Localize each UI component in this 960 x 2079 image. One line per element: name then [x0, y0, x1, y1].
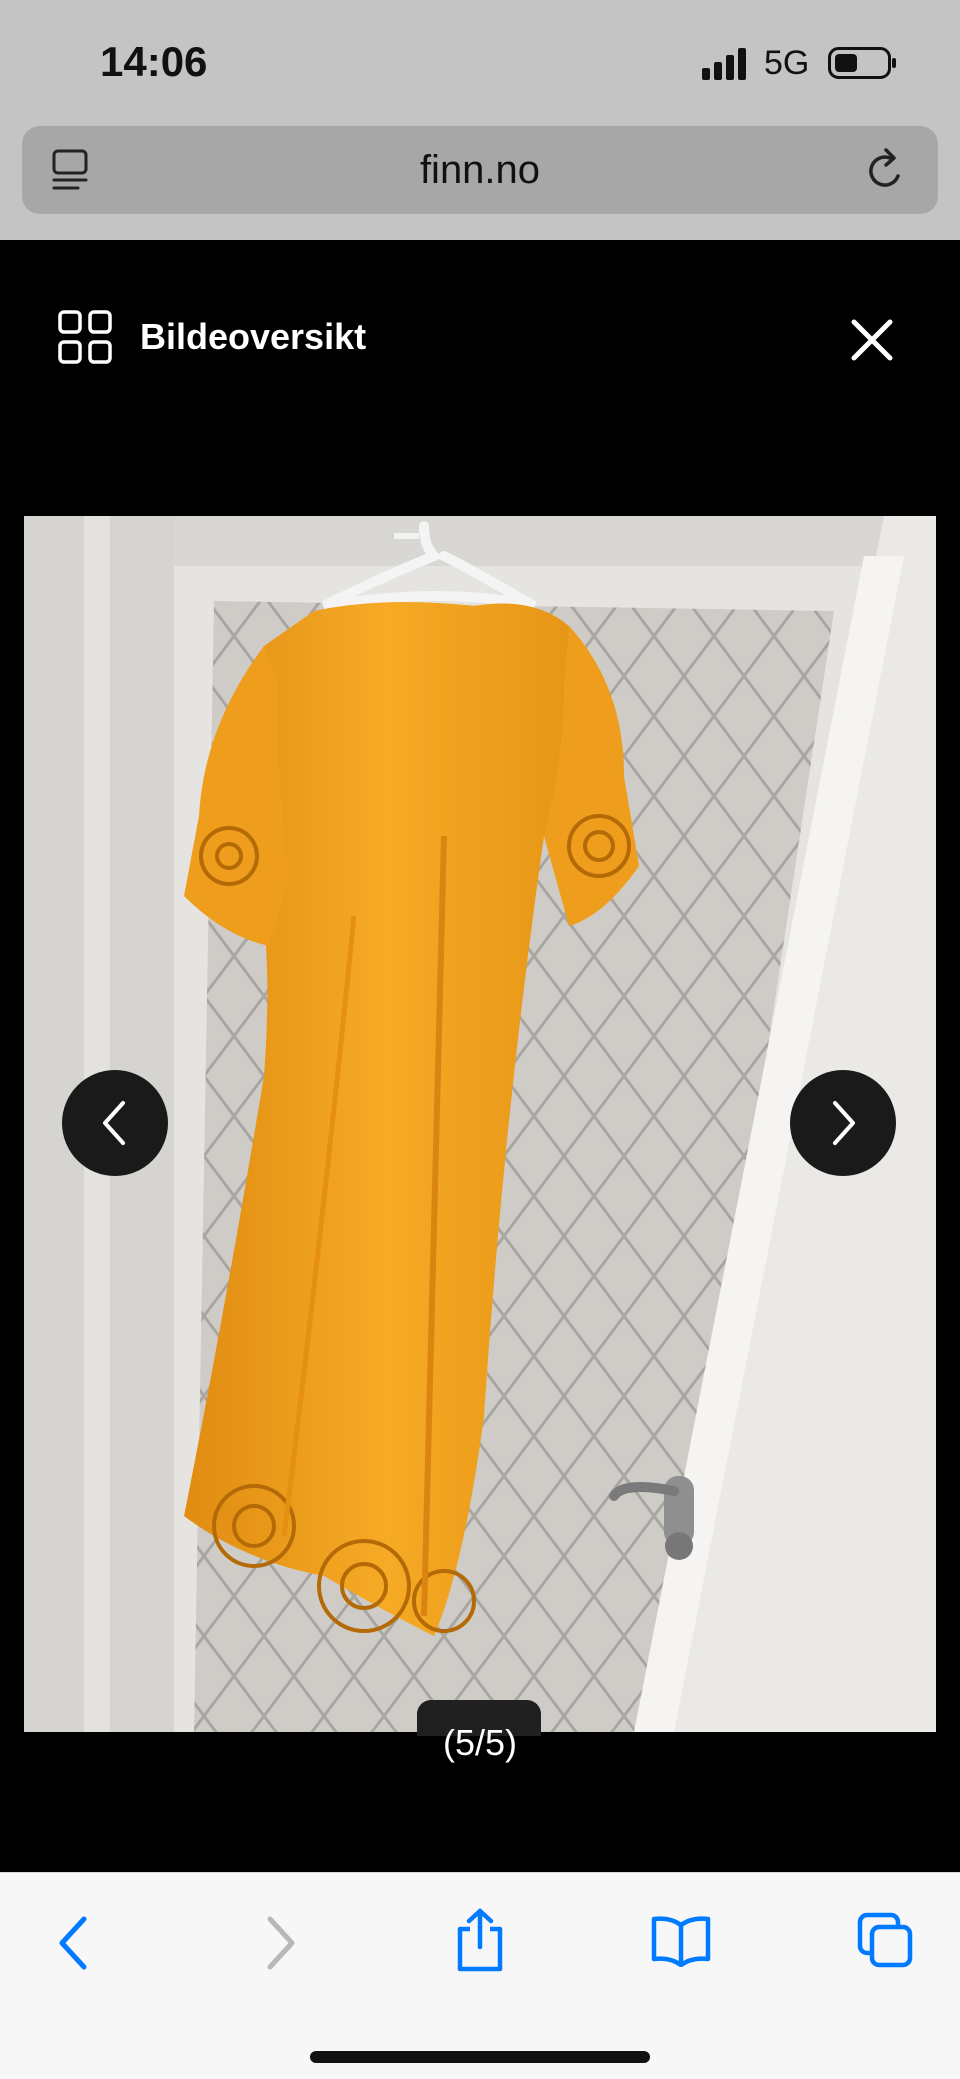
image-viewer-header: Bildeoversikt: [0, 240, 960, 390]
back-icon[interactable]: [52, 1913, 96, 1973]
tabs-icon[interactable]: [856, 1911, 914, 1969]
browser-toolbar: [0, 1872, 960, 2079]
image-counter: (5/5): [442, 1722, 518, 1763]
grid-icon[interactable]: [58, 310, 114, 366]
image-overview-link[interactable]: Bildeoversikt: [140, 316, 366, 358]
next-image-button[interactable]: [790, 1070, 896, 1176]
signal-icon: [702, 48, 746, 80]
share-icon[interactable]: [454, 1907, 506, 1973]
chevron-right-icon: [833, 1101, 855, 1145]
battery-icon: [828, 47, 896, 79]
home-indicator: [310, 2051, 650, 2063]
status-bar: 14:06 5G: [0, 0, 960, 120]
chevron-left-icon: [103, 1101, 125, 1145]
status-time: 14:06: [100, 38, 208, 85]
close-icon[interactable]: [848, 316, 896, 364]
network-type: 5G: [764, 44, 810, 82]
previous-image-button[interactable]: [62, 1070, 168, 1176]
forward-icon[interactable]: [258, 1913, 302, 1973]
url-text[interactable]: finn.no: [22, 148, 938, 193]
reload-icon[interactable]: [864, 146, 908, 194]
bookmarks-icon[interactable]: [650, 1915, 712, 1967]
browser-address-area: finn.no: [0, 120, 960, 240]
address-bar[interactable]: finn.no: [22, 126, 938, 214]
